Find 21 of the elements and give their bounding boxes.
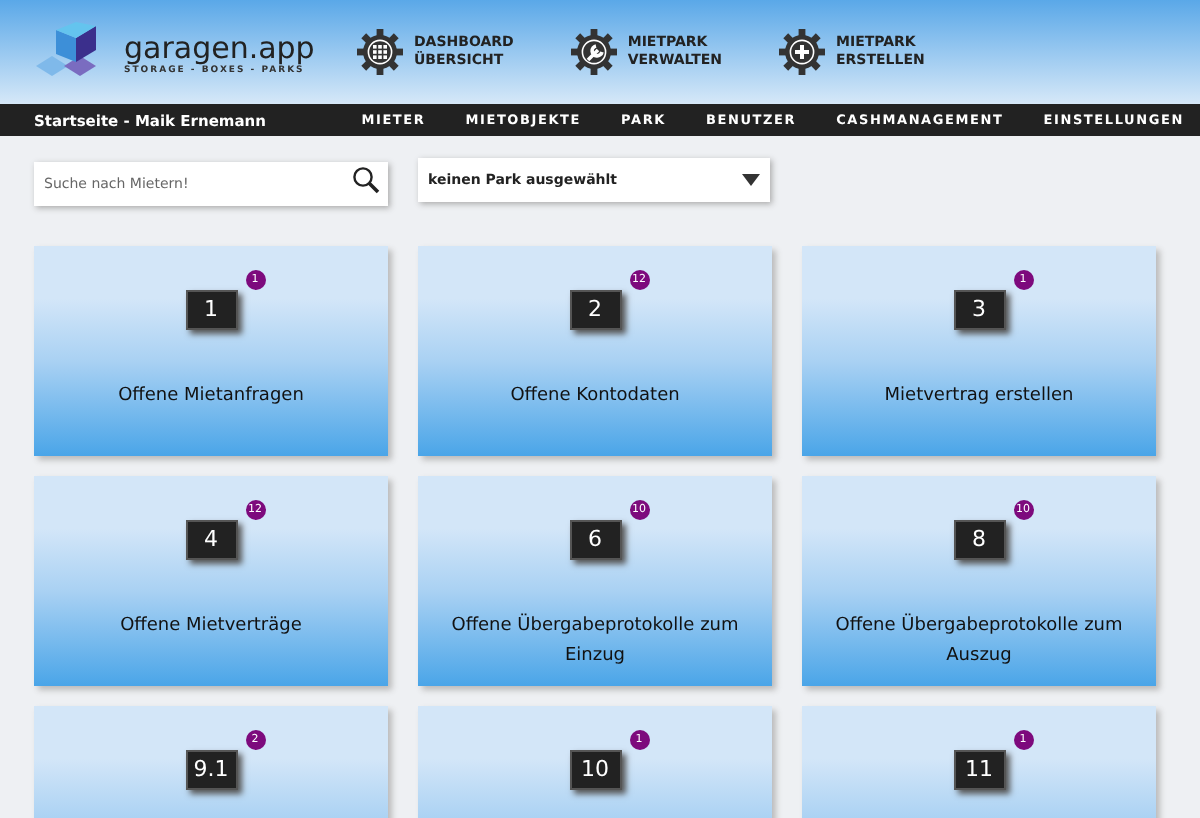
gear-grid-icon bbox=[356, 28, 404, 76]
tile-label: Offene Übergabeprotokolle zum Einzug bbox=[449, 612, 741, 670]
tile-number: 2 bbox=[569, 290, 621, 330]
tile-number: 8 bbox=[953, 520, 1005, 560]
tile-number: 11 bbox=[953, 750, 1005, 790]
tile-label: Offene Kontodaten bbox=[508, 384, 682, 410]
caret-icon bbox=[742, 174, 760, 186]
tile-number: 9.1 bbox=[185, 750, 237, 790]
logo-name: garagen.app bbox=[124, 29, 315, 65]
tile-label: Offene Mietanfragen bbox=[116, 384, 306, 410]
tile-number: 10 bbox=[569, 750, 621, 790]
tile-label: Offene Mietverträge bbox=[118, 614, 304, 640]
tile-number: 1 bbox=[185, 290, 237, 330]
tile-label: Offene Übergabeprotokolle zum Auszug bbox=[833, 612, 1125, 670]
tile-number: 3 bbox=[953, 290, 1005, 330]
gear-plus-icon bbox=[778, 28, 826, 76]
tile-number: 4 bbox=[185, 520, 237, 560]
search-icon[interactable] bbox=[352, 166, 380, 194]
tile-label: Mietvertrag erstellen bbox=[882, 384, 1076, 410]
tile-number: 6 bbox=[569, 520, 621, 560]
gear-wrench-icon bbox=[569, 28, 618, 76]
